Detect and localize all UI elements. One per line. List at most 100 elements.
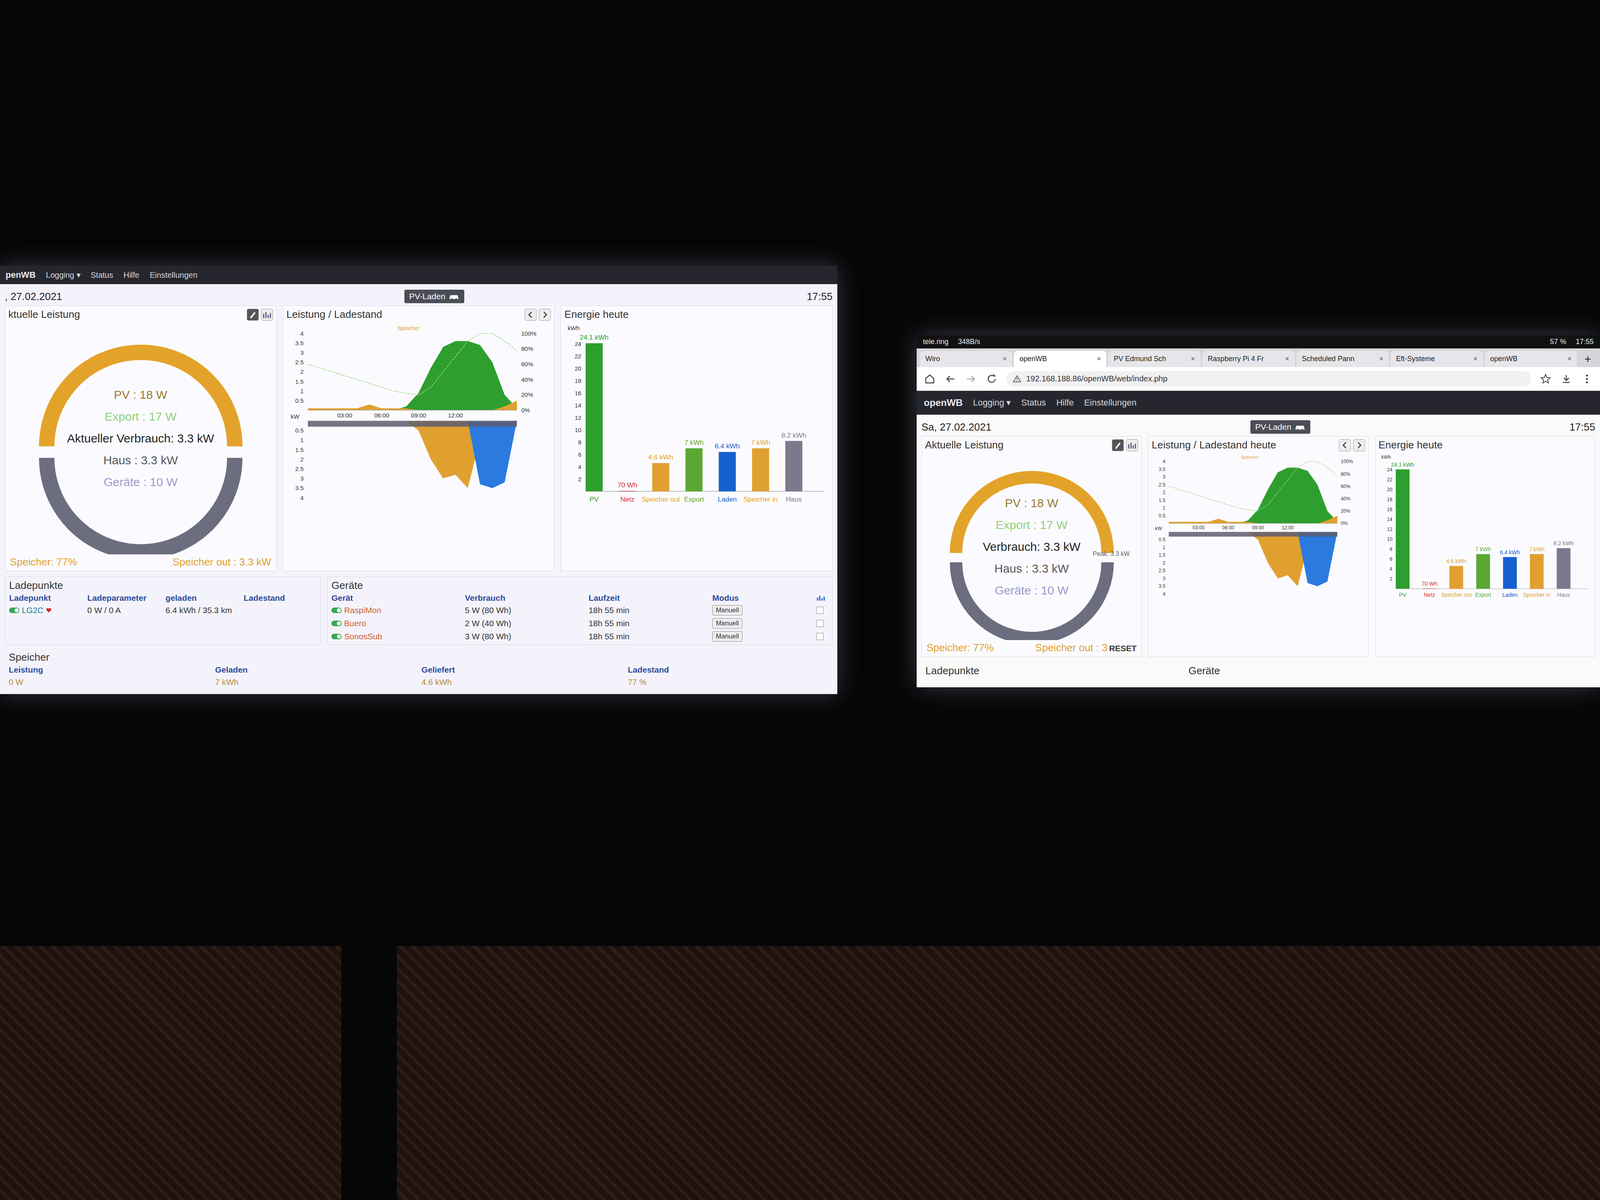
menu-dots-icon[interactable] (1580, 373, 1593, 385)
reload-icon[interactable] (985, 373, 998, 385)
y-tick: 20 (575, 365, 582, 372)
nav-item[interactable]: Logging ▾ (973, 397, 1011, 408)
browser-tab[interactable]: Eft-Systeme× (1390, 350, 1483, 368)
tab-close[interactable]: × (1190, 354, 1196, 364)
storage-level: Speicher: 77% (9, 555, 77, 569)
previous-icon[interactable] (524, 308, 537, 321)
energy-bar-group: 24.1 kWhPV (1390, 461, 1415, 599)
browser-tab[interactable]: Raspberry Pi 4 Fr × (1202, 350, 1295, 368)
tab-close[interactable]: × (1096, 354, 1102, 364)
download-icon[interactable] (1560, 373, 1573, 385)
nav-item[interactable]: Status (90, 270, 114, 280)
column-header: Ladestand (627, 665, 829, 675)
nav-item[interactable]: Status (1021, 397, 1047, 408)
y-tick: 8 (578, 438, 582, 446)
storage-in-area (1169, 532, 1338, 587)
next-icon[interactable] (538, 308, 551, 321)
chart-icon[interactable] (1126, 439, 1139, 452)
soc-tick: 20% (1340, 508, 1351, 514)
tab-close[interactable]: × (1567, 354, 1572, 364)
y-tick: 2 (1162, 560, 1166, 566)
mode-button[interactable]: PV-Laden (1250, 420, 1311, 434)
reset-button[interactable]: RESET (1109, 643, 1137, 653)
geraete-table: GerätVerbrauchLaufzeitModusRaspiMon5 W (… (331, 593, 829, 643)
y-tick: 12 (1386, 526, 1393, 533)
browser-tab[interactable]: openWB× (1013, 350, 1107, 368)
nav-item[interactable]: Hilfe (123, 270, 140, 280)
chart-icon[interactable] (816, 593, 825, 603)
nav-item[interactable]: Einstellungen (1084, 397, 1137, 408)
column-header: Geladen (215, 665, 416, 675)
y-tick: 2.5 (295, 358, 304, 366)
forward-arrow-icon[interactable] (965, 373, 977, 385)
device-checkbox[interactable] (816, 619, 824, 627)
cloth-panel (396, 946, 1600, 1200)
device-usage: 2 W (40 Wh) (465, 618, 584, 629)
panel-title: Leistung / Ladestand heute (1151, 438, 1277, 452)
unit-label: kW (1155, 525, 1163, 532)
tab-close[interactable]: × (1379, 354, 1384, 364)
column-header: Geliefert (421, 665, 623, 675)
y-tick: 10 (1386, 536, 1393, 543)
y-tick: 3 (300, 475, 304, 482)
device-label: RaspiMon (344, 605, 382, 616)
brand-label[interactable]: openWB (923, 397, 963, 409)
monitor-screen: penWBLogging ▾StatusHilfeEinstellungen, … (0, 265, 838, 695)
toggle-icon[interactable] (331, 607, 342, 614)
energy-bar-group: 70 WhNetz (1421, 580, 1438, 599)
browser-tab[interactable]: openWB× (1484, 350, 1577, 368)
previous-icon[interactable] (1338, 439, 1351, 452)
y-tick: 8 (1389, 546, 1393, 552)
tab-label: PV Edmund Sch (1113, 354, 1166, 364)
url-field[interactable]: 192.168.188.86/openWB/web/index.php (1006, 371, 1531, 387)
tab-close[interactable]: × (1002, 354, 1008, 364)
new-tab-button[interactable]: + (1578, 352, 1597, 366)
y-tick: 22 (575, 352, 582, 360)
browser-tab[interactable]: PV Edmund Sch × (1107, 350, 1201, 368)
mode-button[interactable]: PV-Laden (404, 289, 465, 304)
y-tick: 1 (300, 436, 304, 444)
mode-toggle-button[interactable]: Manuell (712, 631, 743, 642)
device-checkbox[interactable] (816, 606, 824, 614)
toggle-icon[interactable] (331, 620, 342, 627)
tab-close[interactable]: × (1473, 354, 1478, 364)
devices-reading: Geräte : 10 W (103, 475, 178, 489)
device-runtime: 18h 55 min (588, 618, 707, 629)
chart-icon[interactable] (261, 308, 274, 321)
nav-item[interactable]: Hilfe (1056, 397, 1074, 408)
tab-close[interactable]: × (1284, 354, 1290, 364)
panel-header: Aktuelle Leistung (925, 438, 1139, 452)
soc-tick: 0% (1340, 520, 1349, 527)
bar-reading: 4.6 kWh (1446, 557, 1467, 565)
toggle-icon[interactable] (331, 633, 342, 640)
column-header: Gerät (331, 593, 460, 603)
home-icon[interactable] (923, 373, 936, 385)
bar-label: Speicher out (641, 495, 681, 504)
nav-item[interactable]: Logging ▾ (46, 270, 81, 280)
speicher-table: LeistungGeladenGeliefertLadestand0 W7 kW… (8, 665, 829, 688)
mode-toggle-button[interactable]: Manuell (712, 618, 743, 629)
ladepunkte-section: Ladepunkte (921, 662, 1179, 681)
browser-tab[interactable]: Scheduled Pann× (1296, 350, 1389, 368)
browser-tab[interactable]: Wiro× (919, 350, 1013, 368)
brand-label[interactable]: penWB (5, 269, 36, 281)
back-arrow-icon[interactable] (944, 373, 957, 385)
star-icon[interactable] (1539, 373, 1552, 385)
y-tick: 3 (1162, 575, 1166, 582)
edit-icon[interactable] (246, 308, 259, 321)
y-tick: 10 (575, 426, 582, 434)
nav-item[interactable]: Einstellungen (149, 270, 198, 280)
device-mode: Manuell (712, 631, 811, 643)
chart-legend: Speicher (1241, 454, 1260, 460)
toggle-icon[interactable] (9, 607, 20, 614)
device-checkbox[interactable] (816, 632, 824, 641)
peak-reading: Peak: 3.3 kW (1092, 550, 1130, 558)
upper-baseline (1169, 523, 1338, 524)
tab-label: Raspberry Pi 4 Fr (1207, 354, 1264, 364)
ladepunkte-table: LadepunktLadeparametergeladenLadestandLG… (9, 593, 317, 616)
energy-bar-group: 7 kWhSpeicher in (743, 438, 778, 504)
bar-reading: 7 kWh (684, 438, 704, 447)
next-icon[interactable] (1353, 439, 1366, 452)
edit-icon[interactable] (1111, 439, 1124, 452)
mode-toggle-button[interactable]: Manuell (712, 605, 743, 616)
